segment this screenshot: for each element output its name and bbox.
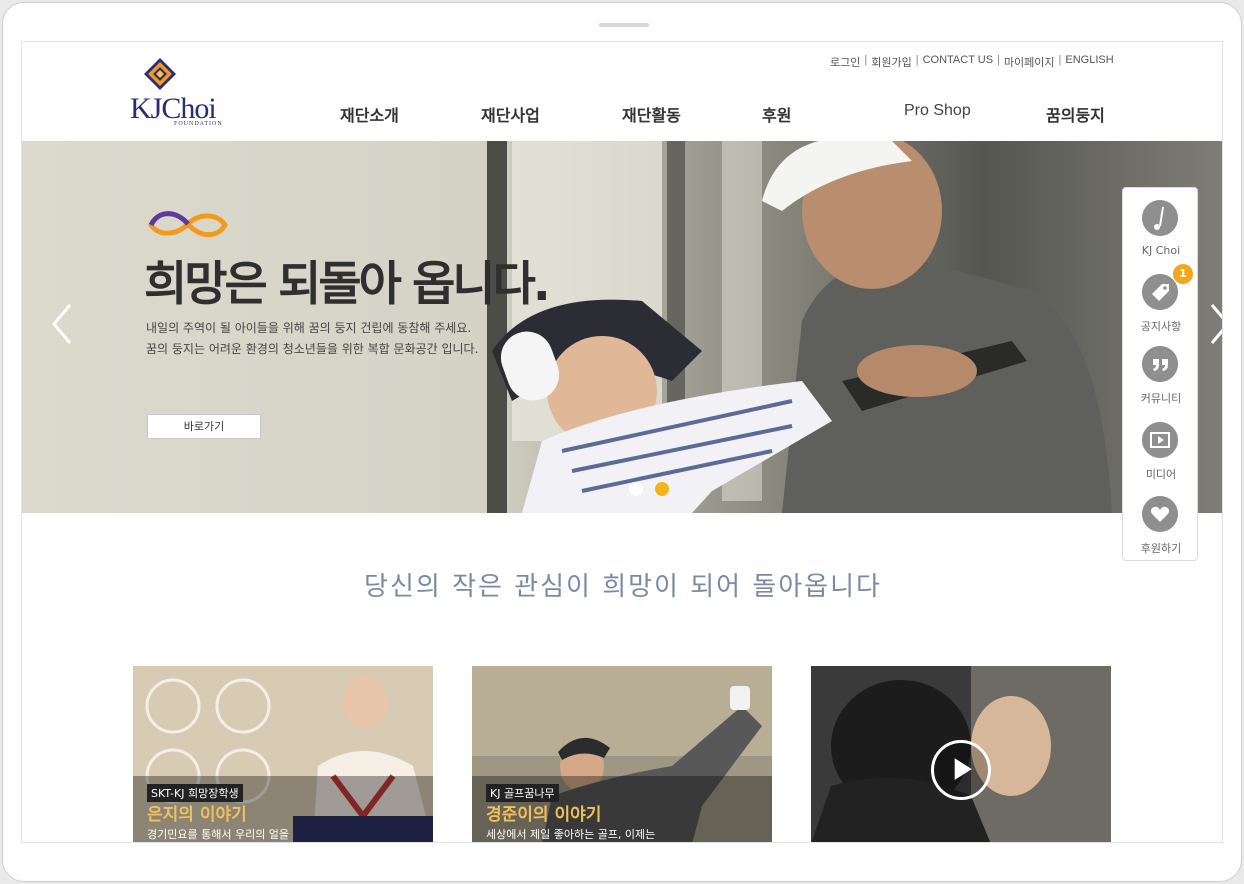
hero-description-line: 꿈의 둥지는 어려운 환경의 청소년들을 위한 복합 문화공간 입니다.	[146, 342, 479, 356]
nav-dream-nest[interactable]: 꿈의둥지	[1046, 102, 1105, 126]
mypage-link[interactable]: 마이페이지	[1004, 54, 1055, 70]
nav-foundation-projects[interactable]: 재단사업	[481, 102, 540, 126]
contact-link[interactable]: CONTACT US	[923, 54, 994, 70]
logo-diamond-icon	[144, 58, 176, 90]
login-link[interactable]: 로그인	[830, 54, 860, 70]
quote-icon	[1142, 346, 1178, 382]
slide-indicators	[629, 482, 669, 496]
quick-label: 후원하기	[1140, 542, 1182, 555]
quick-label: 커뮤니티	[1140, 392, 1182, 405]
video-card[interactable]	[811, 666, 1111, 842]
quick-community[interactable]: 커뮤니티	[1123, 346, 1199, 406]
play-icon[interactable]	[931, 740, 991, 800]
slogan-text: 당신의 작은 관심이 희망이 되어 돌아옵니다	[364, 572, 882, 602]
slide-dot-2[interactable]	[655, 482, 669, 496]
card-desc: 세상에서 제일 좋아하는 골프, 이제는	[486, 828, 656, 841]
quick-notice[interactable]: 1 공지사항	[1123, 264, 1199, 334]
quick-kjchoi[interactable]: KJ Choi	[1123, 200, 1199, 260]
prev-slide-arrow-icon[interactable]	[50, 303, 74, 345]
hero-slider: 희망은 되돌아 옵니다. 내일의 주역이 될 아이들을 위해 꿈의 둥지 건립에…	[22, 141, 1223, 513]
story-card[interactable]: KJ 골프꿈나무 경준이의 이야기 세상에서 제일 좋아하는 골프, 이제는	[472, 666, 772, 842]
quick-label: 공지사항	[1140, 320, 1182, 333]
tag-icon	[1142, 274, 1178, 310]
golf-icon	[1142, 200, 1178, 236]
quick-label: KJ Choi	[1141, 244, 1181, 257]
child-golfer-photo	[492, 299, 832, 513]
hero-go-button[interactable]: 바로가기	[147, 414, 261, 439]
quick-media[interactable]: 미디어	[1123, 422, 1199, 482]
main-nav: 재단소개 재단사업 재단활동 후원 Pro Shop 꿈의둥지	[322, 102, 1122, 126]
nav-pro-shop[interactable]: Pro Shop	[904, 102, 971, 120]
browser-viewport: 로그인 | 회원가입 | CONTACT US | 마이페이지 | ENGLISH KJ…	[21, 41, 1223, 843]
quick-donate[interactable]: 후원하기	[1123, 496, 1199, 556]
signup-link[interactable]: 회원가입	[871, 54, 911, 70]
infinity-logo-icon	[148, 211, 228, 238]
next-slide-arrow-icon[interactable]	[1208, 303, 1223, 345]
utility-nav: 로그인 | 회원가입 | CONTACT US | 마이페이지 | ENGLISH	[830, 54, 1114, 70]
film-icon	[1142, 422, 1178, 458]
logo-subtitle: FOUNDATION	[174, 121, 223, 127]
nav-foundation-activities[interactable]: 재단활동	[622, 102, 681, 126]
card-title: 은지의 이야기	[147, 805, 247, 825]
tablet-speaker	[599, 23, 649, 27]
notice-badge: 1	[1173, 264, 1193, 284]
hero-description-line: 내일의 주역이 될 아이들을 위해 꿈의 둥지 건립에 동참해 주세요.	[146, 321, 472, 335]
english-link[interactable]: ENGLISH	[1065, 54, 1113, 70]
heart-icon	[1142, 496, 1178, 532]
card-desc: 경기민요를 통해서 우리의 얼을	[147, 828, 290, 841]
slide-dot-1[interactable]	[629, 482, 643, 496]
hero-headline: 희망은 되돌아 옵니다.	[144, 257, 551, 312]
site-logo[interactable]: KJChoi FOUNDATION	[130, 56, 230, 130]
quick-menu: KJ Choi 1 공지사항 커뮤니티 미디어 후원하기	[1122, 187, 1198, 561]
story-card[interactable]: SKT-KJ 희망장학생 은지의 이야기 경기민요를 통해서 우리의 얼을	[133, 666, 433, 842]
nav-foundation-intro[interactable]: 재단소개	[340, 102, 399, 126]
quick-label: 미디어	[1145, 468, 1177, 481]
card-title: 경준이의 이야기	[486, 805, 602, 825]
nav-donate[interactable]: 후원	[762, 102, 791, 126]
